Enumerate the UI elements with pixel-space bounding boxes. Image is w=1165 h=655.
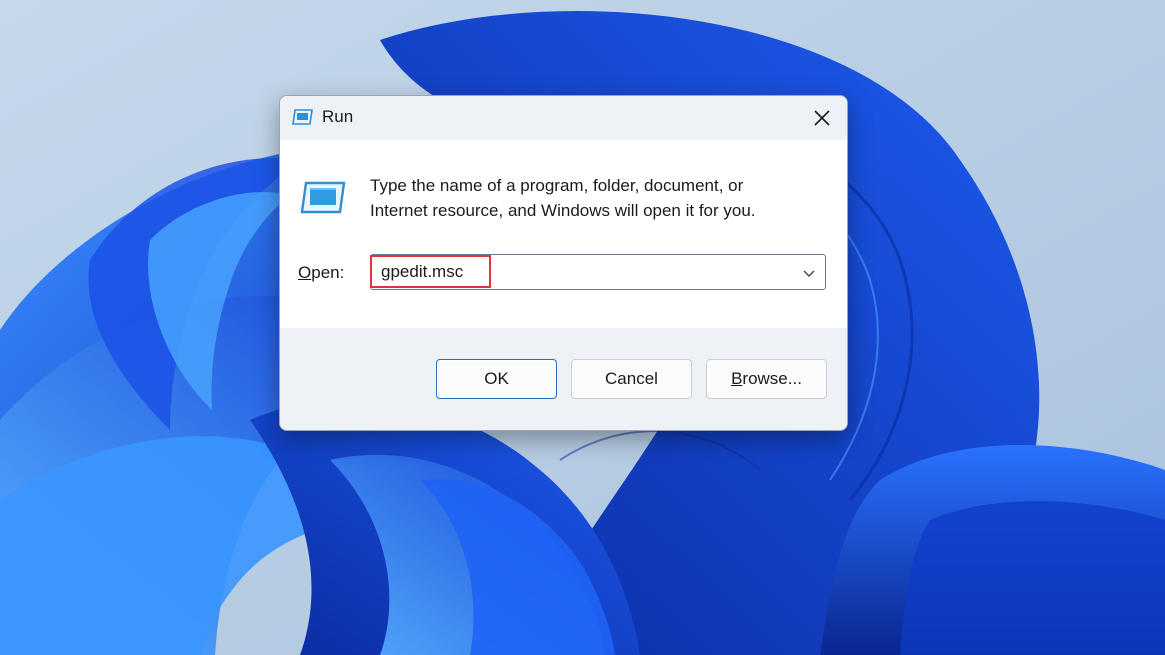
instruction-text: Type the name of a program, folder, docu… <box>370 173 830 223</box>
desktop: Run Type the name of a program, folder, … <box>0 0 1165 655</box>
ok-button[interactable]: OK <box>436 359 557 399</box>
open-label: Open: <box>298 263 344 283</box>
title-bar[interactable]: Run <box>280 96 847 140</box>
command-combobox[interactable] <box>370 254 826 290</box>
button-bar: OK Cancel Browse... <box>280 328 847 430</box>
window-title: Run <box>322 107 354 126</box>
instruction-line: Type the name of a program, folder, docu… <box>370 176 744 195</box>
open-label-accel: O <box>298 263 312 282</box>
browse-accel: B <box>731 369 743 388</box>
run-icon <box>292 109 313 125</box>
run-icon <box>300 181 346 214</box>
cancel-button[interactable]: Cancel <box>571 359 692 399</box>
instruction-line: Internet resource, and Windows will open… <box>370 201 756 220</box>
browse-label-rest: rowse... <box>742 369 802 388</box>
chevron-down-icon[interactable] <box>799 263 819 283</box>
browse-button[interactable]: Browse... <box>706 359 827 399</box>
close-icon[interactable] <box>807 103 837 133</box>
run-dialog: Run Type the name of a program, folder, … <box>279 95 848 431</box>
dialog-content: Type the name of a program, folder, docu… <box>280 140 847 328</box>
command-input[interactable] <box>372 256 801 288</box>
open-label-rest: pen: <box>311 263 345 282</box>
